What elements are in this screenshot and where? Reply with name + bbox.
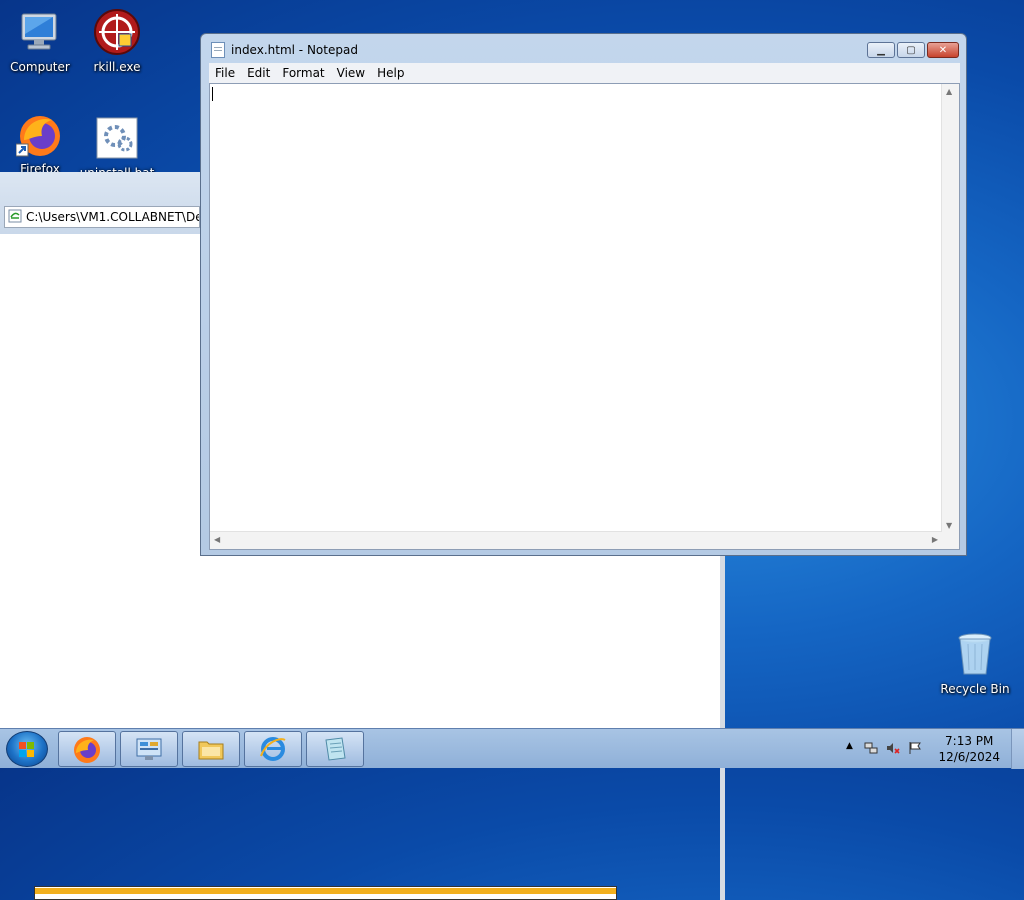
volume-muted-icon[interactable]: [886, 741, 900, 755]
taskbar: ▲ 7:13 PM 12/6/2024: [0, 728, 1024, 769]
desktop-icon-recycle-bin[interactable]: Recycle Bin: [935, 630, 1015, 696]
text-caret: [212, 87, 213, 101]
clock[interactable]: 7:13 PM 12/6/2024: [938, 733, 1000, 765]
maximize-button[interactable]: ▢: [897, 42, 925, 58]
menu-file[interactable]: File: [209, 66, 241, 80]
firefox-icon: [74, 737, 100, 763]
network-icon[interactable]: [864, 741, 878, 755]
system-tray: ▲ 7:13 PM 12/6/2024: [834, 729, 1024, 769]
start-button[interactable]: [6, 731, 48, 767]
desktop-icon-rkill[interactable]: rkill.exe: [77, 8, 157, 74]
clock-time: 7:13 PM: [945, 734, 994, 748]
taskbar-button-control-panel[interactable]: [120, 731, 178, 767]
desktop-icon-uninstall-bat[interactable]: uninstall.bat: [77, 114, 157, 180]
windows-logo-icon: [19, 742, 35, 758]
show-hidden-icons-icon[interactable]: ▲: [846, 741, 860, 755]
progress-fill: [35, 888, 616, 894]
scroll-right-icon[interactable]: ▶: [932, 535, 938, 544]
desktop-icon-computer[interactable]: Computer: [0, 8, 80, 74]
ie-page-icon: [8, 209, 22, 226]
menu-format[interactable]: Format: [276, 66, 330, 80]
notepad-doc-icon: [211, 42, 225, 58]
minimize-icon: ▁: [877, 44, 885, 56]
resize-grip-icon[interactable]: [942, 532, 959, 549]
file-explorer-icon: [198, 741, 224, 760]
browser-scrollbar-edge: [720, 552, 725, 900]
vertical-scrollbar[interactable]: ▲ ▼: [941, 84, 959, 533]
taskbar-button-notepad[interactable]: [306, 731, 364, 767]
rkill-icon: [93, 8, 141, 56]
desktop-icon-label: rkill.exe: [93, 60, 141, 74]
action-center-flag-icon[interactable]: [908, 741, 922, 755]
title-bar[interactable]: index.html - Notepad: [211, 42, 358, 58]
minimize-button[interactable]: ▁: [867, 42, 895, 58]
computer-icon: [16, 8, 64, 56]
batch-file-icon: [93, 114, 141, 162]
address-text: C:\Users\VM1.COLLABNET\Desk: [26, 210, 200, 224]
menu-help[interactable]: Help: [371, 66, 410, 80]
scroll-down-icon[interactable]: ▼: [946, 521, 952, 530]
desktop-icon-label: Computer: [10, 60, 70, 74]
close-icon: ✕: [938, 44, 948, 56]
desktop-icon-label: Recycle Bin: [940, 682, 1010, 696]
window-controls: ▁ ▢ ✕: [867, 42, 959, 58]
text-editor-area[interactable]: ▲ ▼ ◀ ▶: [209, 83, 960, 550]
menu-bar: File Edit Format View Help: [209, 63, 960, 83]
taskbar-button-internet-explorer[interactable]: [244, 731, 302, 767]
desktop-icon-firefox[interactable]: Firefox: [0, 110, 80, 176]
firefox-icon: [15, 110, 64, 158]
address-bar[interactable]: C:\Users\VM1.COLLABNET\Desk: [4, 206, 200, 228]
window-title: index.html - Notepad: [231, 43, 358, 57]
clock-date: 12/6/2024: [938, 750, 1000, 764]
show-desktop-button[interactable]: [1011, 729, 1024, 769]
page-progress-bar: [34, 886, 617, 900]
maximize-icon: ▢: [906, 44, 916, 56]
taskbar-button-file-explorer[interactable]: [182, 731, 240, 767]
notepad-window[interactable]: index.html - Notepad ▁ ▢ ✕ File Edit For…: [200, 33, 967, 556]
horizontal-scrollbar[interactable]: ◀ ▶: [210, 531, 942, 549]
scroll-up-icon[interactable]: ▲: [946, 87, 952, 96]
menu-edit[interactable]: Edit: [241, 66, 276, 80]
menu-view[interactable]: View: [331, 66, 371, 80]
control-panel-icon: [136, 738, 162, 760]
close-button[interactable]: ✕: [927, 42, 959, 58]
scroll-left-icon[interactable]: ◀: [214, 535, 220, 544]
recycle-bin-icon: [951, 630, 999, 678]
internet-explorer-icon: [260, 737, 286, 761]
notepad-icon: [325, 737, 346, 761]
taskbar-button-firefox[interactable]: [58, 731, 116, 767]
